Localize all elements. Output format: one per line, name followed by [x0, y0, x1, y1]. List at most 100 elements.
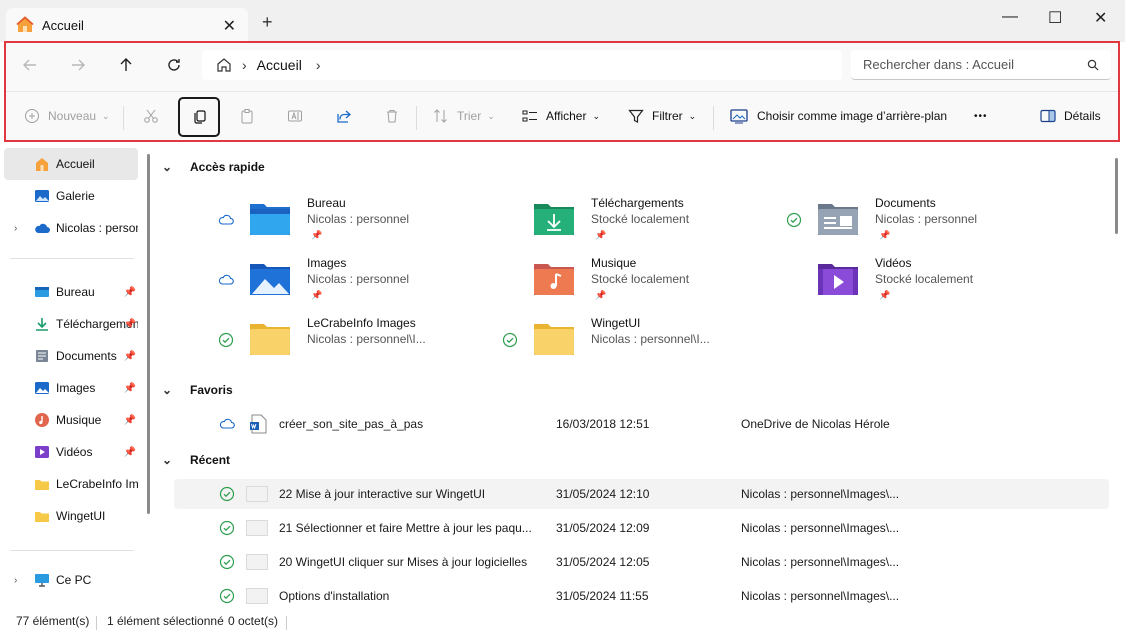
synced-check-icon — [219, 554, 235, 570]
quick-access-item-documents[interactable]: Documents Nicolas : personnel 📌 — [786, 196, 1056, 252]
sort-label: Trier — [457, 109, 482, 123]
sidebar-item-lecrabeinfo-images[interactable]: LeCrabeInfo Images — [4, 468, 138, 500]
view-button[interactable]: Afficher ⌄ — [520, 101, 600, 131]
paste-button[interactable] — [237, 101, 263, 131]
new-button[interactable]: Nouveau ⌄ — [22, 101, 110, 131]
chevron-down-icon[interactable]: ⌄ — [162, 453, 172, 467]
content-scrollbar[interactable] — [1115, 158, 1118, 234]
section-header-recent[interactable]: ⌄ Récent — [162, 453, 230, 467]
rename-icon — [288, 110, 302, 122]
recent-row[interactable]: 21 Sélectionner et faire Mettre à jour l… — [174, 513, 1109, 543]
refresh-icon — [168, 59, 180, 71]
sort-button[interactable]: Trier ⌄ — [431, 101, 495, 131]
sidebar-item-ce-pc[interactable]: › Ce PC — [4, 564, 138, 596]
quick-access-item-wingetui[interactable]: WingetUI Nicolas : personnel\I... — [502, 316, 772, 372]
back-button[interactable] — [20, 55, 40, 75]
chevron-down-icon: ⌄ — [102, 110, 110, 121]
new-tab-button[interactable]: + — [262, 12, 273, 33]
details-pane-icon — [1040, 109, 1056, 123]
chevron-down-icon: ⌄ — [688, 110, 697, 121]
pin-icon: 📌 — [879, 230, 891, 240]
expand-chevron-icon[interactable]: › — [14, 575, 17, 586]
cloud-status-icon — [218, 214, 234, 225]
quick-access-item-bureau[interactable]: Bureau Nicolas : personnel 📌 — [218, 196, 488, 252]
home-icon — [36, 158, 48, 171]
quick-access-item-lecrabeinfo-images[interactable]: LeCrabeInfo Images Nicolas : personnel\I… — [218, 316, 488, 372]
recent-row[interactable]: Options d'installation 31/05/2024 11:55 … — [174, 581, 1109, 611]
set-wallpaper-button[interactable]: Choisir comme image d’arrière-plan — [729, 101, 947, 131]
sidebar-scrollbar[interactable] — [147, 154, 150, 514]
chevron-down-icon[interactable]: ⌄ — [162, 383, 172, 397]
plus-circle-icon — [25, 109, 39, 123]
desktop-icon — [35, 287, 49, 297]
sidebar-item-documents[interactable]: Documents 📌 — [4, 340, 138, 372]
filter-icon — [628, 109, 644, 123]
section-header-favorites[interactable]: ⌄ Favoris — [162, 383, 233, 397]
details-button[interactable]: Détails — [1038, 101, 1101, 131]
recent-row[interactable]: 22 Mise à jour interactive sur WingetUI … — [174, 479, 1109, 509]
breadcrumb-current[interactable]: Accueil — [257, 57, 302, 73]
quick-access-item-images[interactable]: Images Nicolas : personnel 📌 — [218, 256, 488, 312]
file-explorer-window: Accueil ✕ + — ☐ ✕ › Accueil › Rechercher… — [0, 0, 1125, 634]
cut-button[interactable] — [141, 101, 167, 131]
status-divider — [96, 616, 97, 630]
minimize-button[interactable]: — — [1002, 8, 1018, 26]
downloads-folder-icon — [534, 204, 574, 235]
synced-check-icon — [786, 212, 802, 228]
delete-button[interactable] — [382, 101, 408, 131]
expand-chevron-icon[interactable]: › — [14, 223, 17, 234]
chevron-down-icon[interactable]: ⌄ — [162, 160, 172, 174]
maximize-button[interactable]: ☐ — [1048, 8, 1062, 28]
sidebar-item-musique[interactable]: Musique 📌 — [4, 404, 138, 436]
onedrive-cloud-icon — [35, 223, 50, 233]
close-window-button[interactable]: ✕ — [1094, 8, 1107, 28]
sidebar-item-accueil[interactable]: Accueil — [4, 148, 138, 180]
recent-row[interactable]: 20 WingetUI cliquer sur Mises à jour log… — [174, 547, 1109, 577]
pin-icon: 📌 — [595, 290, 607, 300]
item-count: 77 élément(s) — [16, 614, 90, 628]
copy-button[interactable] — [190, 101, 216, 131]
documents-folder-icon — [818, 204, 858, 235]
search-box[interactable] — [851, 50, 1111, 80]
music-folder-icon — [534, 264, 574, 295]
arrow-left-icon — [23, 59, 36, 71]
refresh-button[interactable] — [164, 55, 184, 75]
sidebar-item-galerie[interactable]: Galerie — [4, 180, 138, 212]
cloud-status-icon — [218, 274, 234, 285]
command-bar: Nouveau ⌄ Trier ⌄ Afficher ⌄ Filtrer ⌄ C… — [6, 91, 1118, 139]
sort-icon — [434, 109, 447, 123]
quick-access-item-telechargements[interactable]: Téléchargements Stocké localement 📌 — [502, 196, 772, 252]
address-bar[interactable]: › Accueil › — [202, 50, 842, 80]
pin-icon: 📌 — [123, 350, 136, 362]
sidebar-item-bureau[interactable]: Bureau 📌 — [4, 276, 138, 308]
sidebar-item-wingetui[interactable]: WingetUI — [4, 500, 138, 532]
toolbar-divider — [416, 106, 417, 130]
pin-icon: 📌 — [123, 414, 136, 426]
search-input[interactable] — [863, 57, 1063, 72]
forward-button[interactable] — [68, 55, 88, 75]
pin-icon: 📌 — [123, 382, 136, 394]
chevron-down-icon: ⌄ — [592, 110, 601, 121]
favorite-row[interactable]: créer_son_site_pas_à_pas 16/03/2018 12:5… — [174, 409, 1109, 439]
sidebar-item-videos[interactable]: Vidéos 📌 — [4, 436, 138, 468]
breadcrumb-chevron-icon[interactable]: › — [316, 57, 321, 73]
arrow-up-icon — [120, 58, 132, 71]
filter-button[interactable]: Filtrer ⌄ — [626, 101, 696, 131]
up-button[interactable] — [116, 55, 136, 75]
pin-icon: 📌 — [123, 286, 136, 298]
folder-icon — [35, 480, 49, 490]
share-button[interactable] — [334, 101, 360, 131]
synced-check-icon — [219, 486, 235, 502]
rename-button[interactable] — [285, 101, 311, 131]
sidebar-item-telechargements[interactable]: Téléchargements 📌 — [4, 308, 138, 340]
quick-access-item-videos[interactable]: Vidéos Stocké localement 📌 — [786, 256, 1056, 312]
folder-icon — [35, 512, 49, 522]
sidebar-item-images[interactable]: Images 📌 — [4, 372, 138, 404]
pin-icon: 📌 — [311, 290, 323, 300]
more-options-button[interactable]: ••• — [974, 101, 988, 131]
tab-accueil[interactable]: Accueil ✕ — [6, 8, 248, 42]
sidebar-item-onedrive[interactable]: › Nicolas : personnel — [4, 212, 138, 244]
section-header-quick-access[interactable]: ⌄ Accès rapide — [162, 160, 265, 174]
close-tab-icon[interactable]: ✕ — [223, 16, 236, 36]
quick-access-item-musique[interactable]: Musique Stocké localement 📌 — [502, 256, 772, 312]
